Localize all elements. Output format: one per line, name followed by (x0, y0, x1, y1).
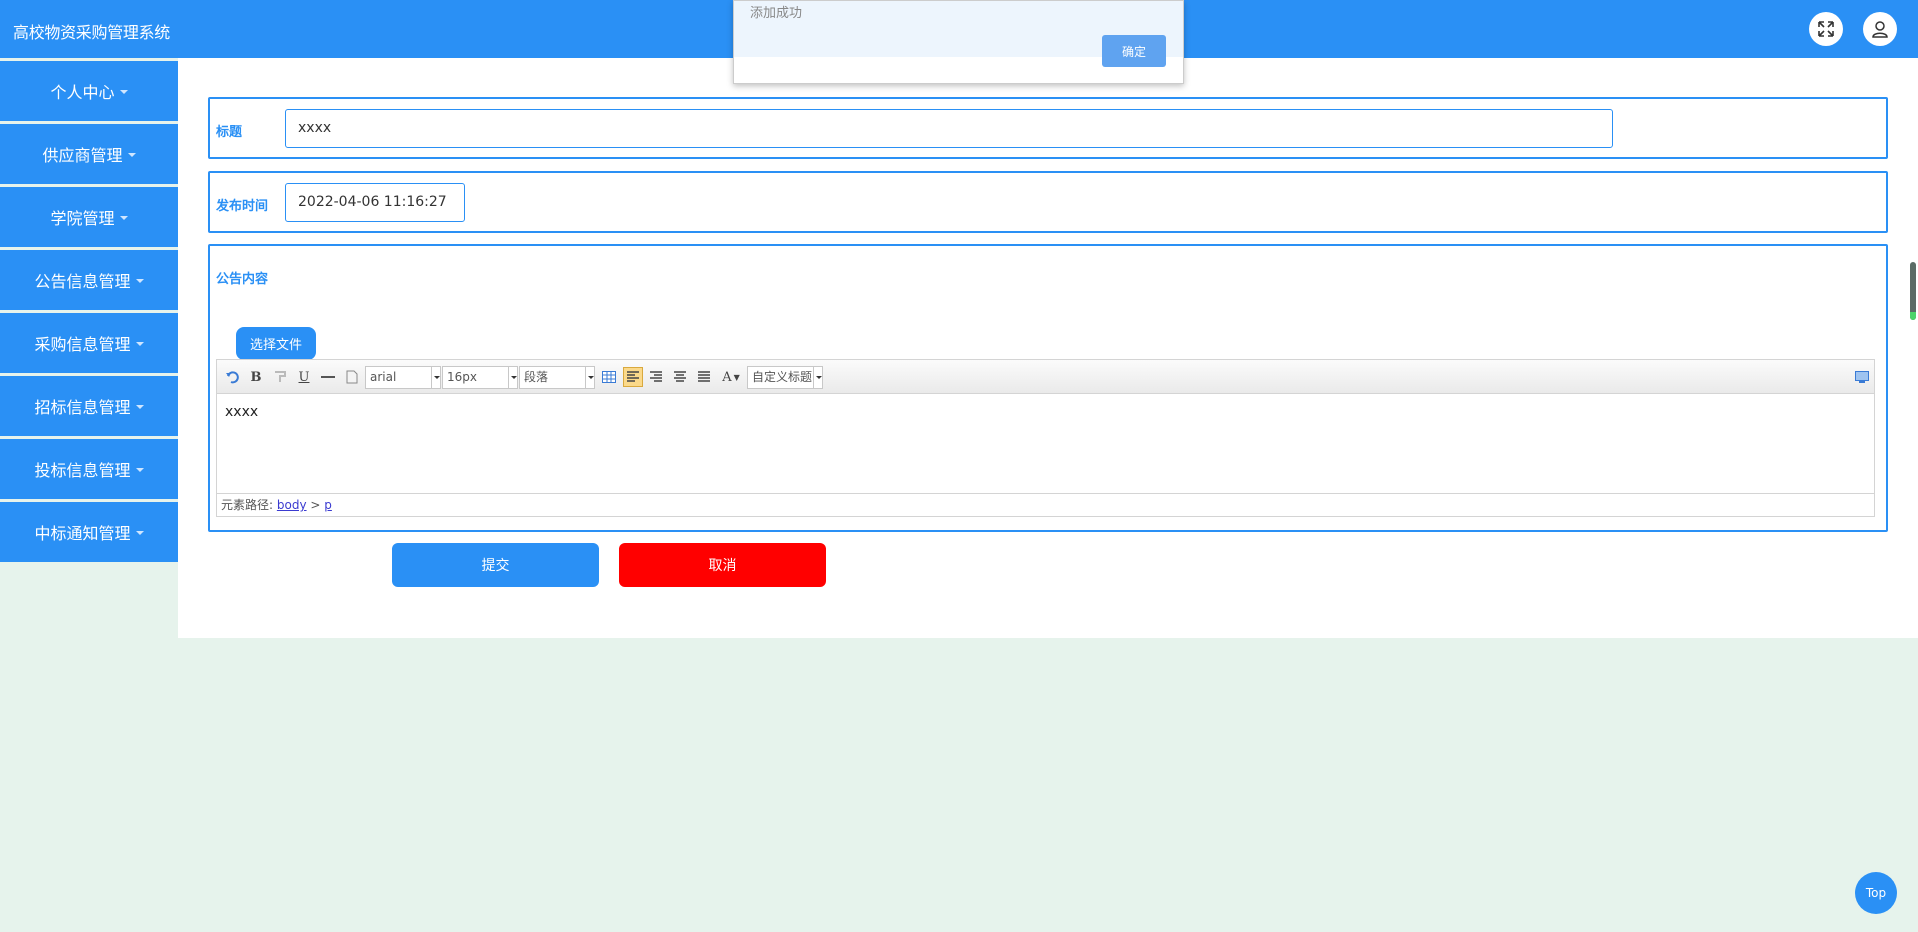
undo-icon (226, 371, 239, 384)
sidebar-item-purchase[interactable]: 采购信息管理 (0, 313, 178, 373)
dialog-message: 添加成功 (750, 6, 803, 21)
path-body-link[interactable]: body (277, 498, 307, 512)
align-center-button[interactable] (671, 367, 689, 387)
align-right-icon (650, 371, 662, 382)
insert-table-button[interactable] (600, 367, 618, 387)
publish-time-input[interactable]: 2022-04-06 11:16:27 (285, 183, 465, 222)
rich-text-editor: B U arial 16px 段落 A ▼ 自定义标题 xxxx 元素路径: b… (216, 359, 1875, 517)
sidebar-item-bid[interactable]: 投标信息管理 (0, 439, 178, 499)
caret-down-icon (135, 468, 144, 472)
publish-time-label: 发布时间 (216, 199, 269, 214)
horizontal-rule-icon (321, 376, 335, 378)
dialog-ok-button[interactable]: 确定 (1102, 35, 1166, 67)
align-left-button[interactable] (623, 367, 643, 387)
choose-file-button[interactable]: 选择文件 (236, 327, 316, 360)
preview-button[interactable] (1853, 367, 1871, 387)
sidebar-item-college[interactable]: 学院管理 (0, 187, 178, 247)
caret-down-icon (135, 279, 144, 283)
sidebar-item-supplier[interactable]: 供应商管理 (0, 124, 178, 184)
title-label: 标题 (216, 125, 243, 140)
submit-button[interactable]: 提交 (392, 543, 599, 587)
underline-button[interactable]: U (295, 367, 313, 387)
dropdown-arrow-icon (813, 367, 822, 388)
dropdown-arrow-icon (585, 367, 594, 388)
app-title: 高校物资采购管理系统 (13, 23, 171, 42)
editor-toolbar: B U arial 16px 段落 A ▼ 自定义标题 (217, 360, 1874, 394)
caret-down-icon (135, 405, 144, 409)
format-painter-icon (275, 371, 286, 382)
content-label: 公告内容 (216, 272, 269, 287)
page-icon (346, 370, 358, 384)
sidebar-item-tender[interactable]: 招标信息管理 (0, 376, 178, 436)
caret-down-icon (119, 216, 128, 220)
font-size-select[interactable]: 16px (442, 366, 518, 389)
expand-icon (1818, 21, 1834, 37)
sidebar: 个人中心 供应商管理 学院管理 公告信息管理 采购信息管理 招标信息管理 投标信… (0, 58, 178, 562)
font-family-select[interactable]: arial (365, 366, 441, 389)
cancel-button[interactable]: 取消 (619, 543, 826, 587)
custom-heading-select[interactable]: 自定义标题 (747, 366, 823, 389)
bold-button[interactable]: B (247, 367, 265, 387)
paragraph-select[interactable]: 段落 (519, 366, 595, 389)
dropdown-arrow-icon (508, 367, 517, 388)
editor-element-path: 元素路径: body > p (217, 493, 1874, 516)
align-right-button[interactable] (647, 367, 665, 387)
align-center-icon (674, 371, 686, 382)
dropdown-arrow-icon (431, 367, 440, 388)
underline-icon: U (298, 369, 310, 385)
success-dialog: 添加成功 确定 (733, 0, 1184, 84)
caret-down-icon (119, 90, 128, 94)
editor-content[interactable]: xxxx (217, 394, 1874, 494)
content-row: 公告内容 选择文件 B U arial 16px 段落 A ▼ 自定义标题 xx… (208, 244, 1888, 532)
sidebar-item-announcement[interactable]: 公告信息管理 (0, 250, 178, 310)
format-painter-button[interactable] (271, 367, 289, 387)
caret-down-icon (135, 531, 144, 535)
user-button[interactable] (1863, 12, 1897, 46)
new-page-button[interactable] (343, 367, 361, 387)
caret-down-icon (127, 153, 136, 157)
monitor-icon (1855, 371, 1869, 383)
title-input[interactable]: xxxx (285, 109, 1613, 148)
back-to-top-button[interactable]: Top (1855, 872, 1897, 914)
title-row: 标题 xxxx (208, 97, 1888, 159)
justify-icon (698, 371, 710, 382)
fullscreen-button[interactable] (1809, 12, 1843, 46)
publish-time-row: 发布时间 2022-04-06 11:16:27 (208, 171, 1888, 233)
caret-down-icon: ▼ (733, 372, 740, 382)
path-p-link[interactable]: p (324, 498, 332, 512)
caret-down-icon (135, 342, 144, 346)
scrollbar-thumb[interactable] (1910, 262, 1916, 320)
sidebar-item-personal[interactable]: 个人中心 (0, 61, 178, 121)
table-icon (602, 371, 616, 383)
undo-button[interactable] (223, 367, 241, 387)
justify-button[interactable] (695, 367, 713, 387)
user-icon (1872, 21, 1888, 38)
font-color-icon: A (722, 369, 732, 385)
sidebar-item-award[interactable]: 中标通知管理 (0, 502, 178, 562)
horizontal-rule-button[interactable] (319, 367, 337, 387)
bold-icon: B (250, 369, 262, 385)
align-left-icon (627, 371, 639, 382)
font-color-button[interactable]: A ▼ (719, 367, 743, 387)
